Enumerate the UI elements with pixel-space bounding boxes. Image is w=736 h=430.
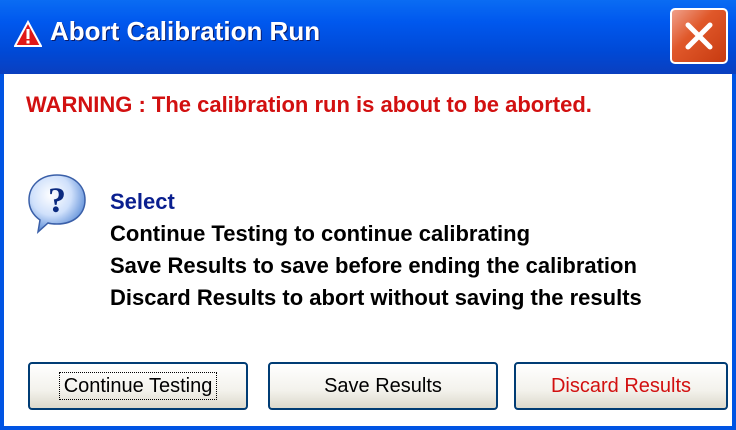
abort-calibration-dialog: Abort Calibration Run WARNING : The cali… [0, 0, 736, 430]
question-icon: ? [28, 174, 86, 234]
discard-results-button[interactable]: Discard Results [514, 362, 728, 410]
close-button[interactable] [670, 8, 728, 64]
save-results-label: Save Results [324, 375, 442, 397]
instruction-line: Discard Results to abort without saving … [110, 285, 642, 310]
instruction-line: Continue Testing to continue calibrating [110, 221, 531, 246]
svg-text:?: ? [48, 180, 66, 220]
instruction-line: Save Results to save before ending the c… [110, 253, 637, 278]
dialog-title: Abort Calibration Run [50, 16, 321, 46]
select-heading: Select [110, 189, 175, 214]
close-icon [685, 22, 713, 50]
warning-message: WARNING : The calibration run is about t… [26, 92, 592, 117]
continue-testing-label: Continue Testing [58, 372, 218, 400]
discard-results-label: Discard Results [550, 375, 692, 397]
continue-testing-button[interactable]: Continue Testing [28, 362, 248, 410]
save-results-button[interactable]: Save Results [268, 362, 498, 410]
warning-triangle-icon [14, 20, 42, 47]
title-bar[interactable]: Abort Calibration Run [0, 0, 736, 74]
instructions: Select Continue Testing to continue cali… [110, 186, 642, 314]
